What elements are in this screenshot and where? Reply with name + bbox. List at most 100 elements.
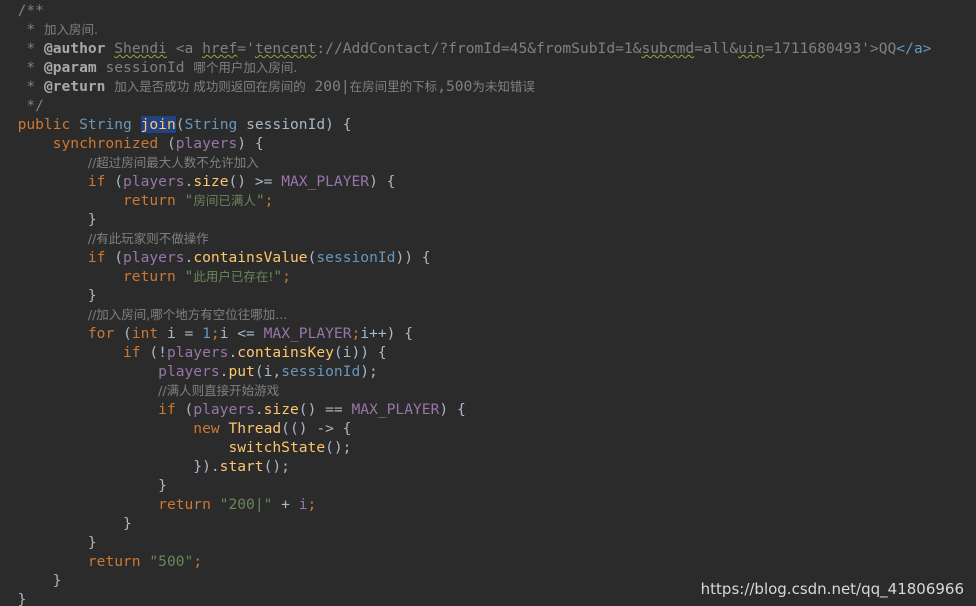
code-token: @author	[43, 40, 106, 57]
code-token: 加入是否成功 成功则返回在房间的	[114, 79, 306, 94]
code-line[interactable]: }	[0, 286, 97, 305]
code-line[interactable]: //加入房间,哪个地方有空位往哪加...	[0, 305, 287, 324]
code-line[interactable]: /**	[0, 1, 44, 20]
code-token: (	[105, 249, 124, 266]
code-token: //有此玩家则不做操作	[87, 231, 209, 246]
code-line[interactable]: }	[0, 210, 97, 229]
code-token: if	[87, 173, 106, 190]
code-token: //满人则直接开始游戏	[158, 383, 280, 398]
code-line[interactable]: }	[0, 514, 132, 533]
code-token: MAX_PLAYER	[281, 173, 370, 190]
code-line[interactable]: }	[0, 590, 27, 606]
code-token: (	[105, 173, 124, 190]
code-line[interactable]: return "200|" + i;	[0, 495, 316, 514]
code-token: players	[123, 173, 185, 190]
code-token: "	[175, 192, 194, 209]
code-token: );	[360, 363, 378, 380]
code-line[interactable]: * @param sessionId 哪个用户加入房间.	[0, 58, 297, 77]
code-token: join	[140, 116, 176, 133]
code-token: "	[273, 268, 283, 285]
code-token: sessionId	[316, 249, 396, 266]
code-token: @return	[43, 78, 106, 95]
code-token: Shendi	[114, 40, 167, 57]
code-token: ;	[264, 192, 274, 209]
code-line[interactable]: if (players.size() == MAX_PLAYER) {	[0, 400, 466, 419]
code-token: 为未知错误	[472, 79, 535, 94]
code-editor[interactable]: /** * 加入房间. * @author Shendi <a href='te…	[0, 0, 976, 606]
code-token: //加入房间,哪个地方有空位往哪加...	[87, 307, 288, 322]
code-line[interactable]: }	[0, 571, 62, 590]
code-line[interactable]: return "500";	[0, 552, 202, 571]
code-token: 房间已满人	[193, 193, 256, 208]
code-token: }	[0, 287, 97, 304]
code-token: tencent	[254, 40, 317, 57]
code-line[interactable]: synchronized (players) {	[0, 134, 264, 153]
code-token: 加入房间.	[43, 22, 98, 37]
code-line[interactable]: //超过房间最大人数不允许加入	[0, 153, 259, 172]
code-token: 哪个用户加入房间.	[193, 60, 298, 75]
code-token: players	[166, 344, 229, 361]
code-line[interactable]: //有此玩家则不做操作	[0, 229, 209, 248]
code-token: return	[87, 553, 141, 570]
code-token: "	[175, 268, 194, 285]
code-token: }	[0, 534, 97, 551]
code-line[interactable]: */	[0, 96, 44, 115]
code-token: "500"	[149, 553, 194, 570]
code-token: }).	[0, 458, 220, 475]
code-token: "	[255, 192, 265, 209]
code-token: if	[123, 344, 141, 361]
code-line[interactable]: if (players.containsValue(sessionId)) {	[0, 248, 431, 267]
code-token: =1711680493'>QQ	[764, 40, 897, 57]
code-line[interactable]: }).start();	[0, 457, 290, 476]
code-token: /**	[0, 2, 44, 19]
code-token: return	[123, 192, 176, 209]
code-line[interactable]: new Thread(() -> {	[0, 419, 351, 438]
code-token: @param	[43, 59, 97, 76]
code-line[interactable]: if (!players.containsKey(i)) {	[0, 343, 387, 362]
code-token: switchState	[228, 439, 326, 456]
code-token: players	[175, 135, 238, 152]
code-line[interactable]: if (players.size() >= MAX_PLAYER) {	[0, 172, 396, 191]
code-line[interactable]: return "房间已满人";	[0, 191, 273, 210]
code-token: (	[175, 116, 185, 133]
code-token: () ==	[298, 401, 352, 418]
code-token: containsKey	[237, 344, 334, 361]
code-token: players	[158, 363, 220, 380]
code-token: () >=	[228, 173, 282, 190]
code-line[interactable]: * @return 加入是否成功 成功则返回在房间的 200|在房间里的下标,5…	[0, 77, 535, 96]
code-token: String	[184, 116, 238, 133]
code-token: synchronized	[52, 135, 159, 152]
code-line[interactable]: for (int i = 1;i <= MAX_PLAYER;i++) {	[0, 324, 413, 343]
code-token: .	[228, 344, 238, 361]
code-line[interactable]: * 加入房间.	[0, 20, 98, 39]
code-token: )) {	[395, 249, 431, 266]
code-token: "200|"	[219, 496, 273, 513]
code-token: */	[0, 97, 44, 114]
code-line[interactable]: * @author Shendi <a href='tencent://AddC…	[0, 39, 931, 58]
code-line[interactable]: }	[0, 476, 167, 495]
watermark-url: https://blog.csdn.net/qq_41806966	[700, 580, 964, 598]
code-token: i++) {	[360, 325, 414, 342]
code-line[interactable]: //满人则直接开始游戏	[0, 381, 279, 400]
code-line[interactable]: public String join(String sessionId) {	[0, 115, 352, 134]
code-token: (i)) {	[333, 344, 387, 361]
code-line[interactable]: players.put(i,sessionId);	[0, 362, 378, 381]
code-token: (	[175, 401, 194, 418]
code-line[interactable]: return "此用户已存在!";	[0, 267, 291, 286]
code-token: href	[202, 40, 238, 57]
code-line[interactable]: }	[0, 533, 97, 552]
code-token: (	[158, 135, 176, 152]
code-line[interactable]: switchState();	[0, 438, 351, 457]
code-token: sessionId	[96, 59, 194, 76]
code-token: size	[193, 173, 229, 190]
